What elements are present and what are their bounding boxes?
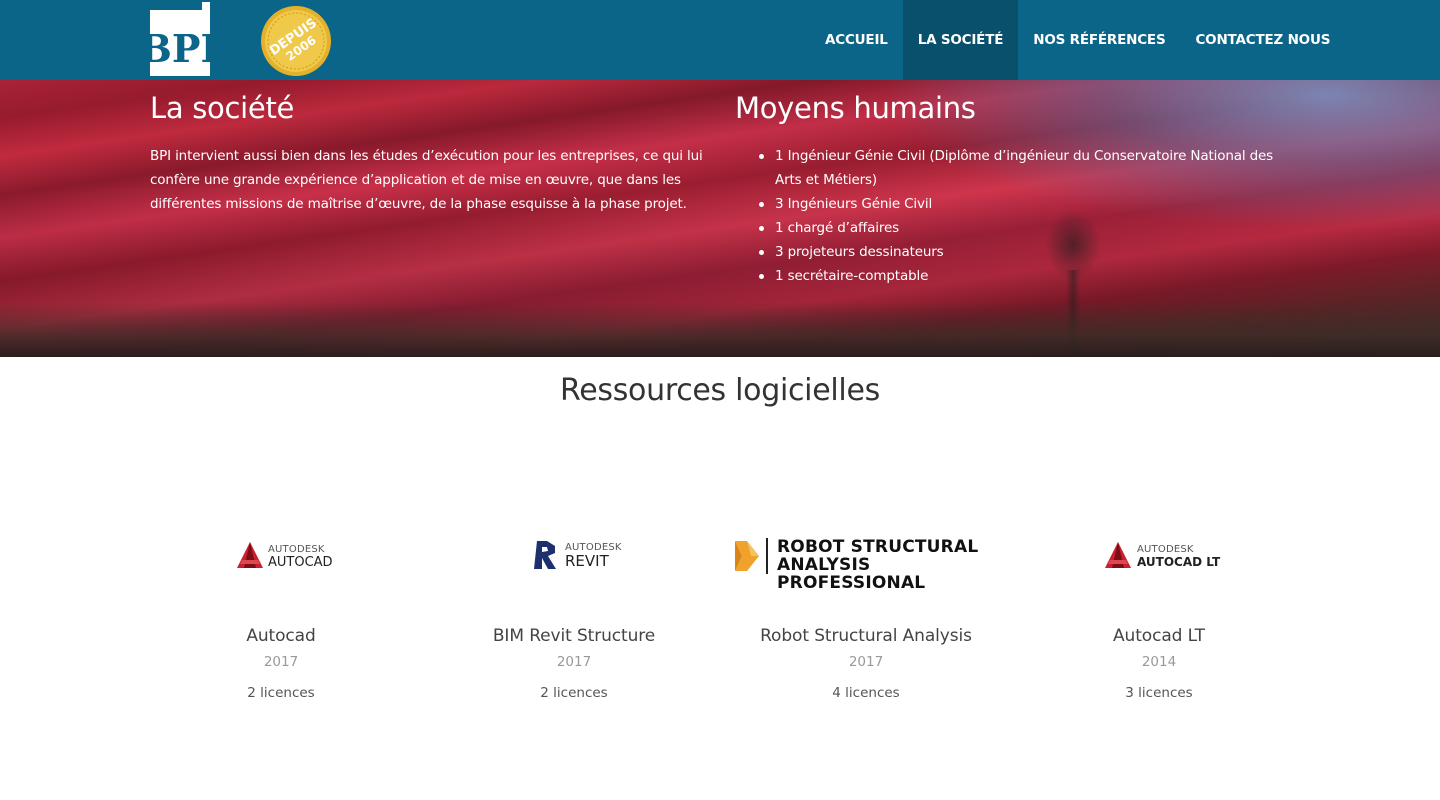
hero-ground-background (0, 302, 1440, 357)
list-item: 3 projeteurs dessinateurs (757, 240, 1295, 264)
autocad-a-icon (1105, 542, 1131, 568)
autocad-a-icon (237, 542, 263, 568)
software-card-revit: AUTODESK REVIT BIM Revit Structure 2017 … (428, 520, 720, 701)
revit-logo: AUTODESK REVIT (428, 520, 720, 592)
software-licences: 3 licences (1125, 685, 1193, 701)
revit-product: REVIT (565, 552, 609, 570)
moyens-humains-title: Moyens humains (735, 91, 976, 125)
software-card-autocad-lt: AUTODESK AUTOCAD LT Autocad LT 2014 3 li… (1013, 520, 1305, 701)
list-item: 1 secrétaire-comptable (757, 264, 1295, 288)
hero-banner: La société BPI intervient aussi bien dan… (0, 80, 1440, 357)
robot-logo-line1: ROBOT STRUCTURAL (777, 537, 979, 557)
software-name: BIM Revit Structure (492, 626, 656, 646)
societe-title: La société (150, 91, 295, 125)
robot-logo-line2: ANALYSIS PROFESSIONAL (777, 555, 926, 593)
moyens-humains-column: Moyens humains 1 Ingénieur Génie Civil (… (735, 90, 1295, 288)
nav-nos-references[interactable]: NOS RÉFÉRENCES (1018, 0, 1180, 80)
software-card-robot: ROBOT STRUCTURAL ANALYSIS PROFESSIONAL R… (720, 520, 1012, 701)
software-name: Robot Structural Analysis (760, 626, 972, 646)
software-card-autocad: AUTODESK AUTOCAD Autocad 2017 2 licences (135, 520, 427, 701)
moyens-humains-list: 1 Ingénieur Génie Civil (Diplôme d’ingén… (757, 144, 1295, 288)
software-name: Autocad LT (1113, 626, 1205, 646)
nav-la-societe[interactable]: LA SOCIÉTÉ (902, 0, 1019, 80)
software-year: 2017 (848, 654, 884, 670)
autocad-lt-product: AUTOCAD LT (1137, 555, 1221, 569)
robot-logo: ROBOT STRUCTURAL ANALYSIS PROFESSIONAL (720, 520, 1012, 592)
autocad-logo: AUTODESK AUTOCAD (135, 520, 427, 592)
nav-contactez-nous[interactable]: CONTACTEZ NOUS (1180, 0, 1345, 80)
societe-column: La société BPI intervient aussi bien dan… (150, 90, 710, 216)
depuis-2006-seal: DEPUIS 2006 (261, 6, 331, 76)
software-year: 2017 (556, 654, 592, 670)
autocad-vendor: AUTODESK (268, 544, 325, 555)
list-item: 1 Ingénieur Génie Civil (Diplôme d’ingén… (757, 144, 1295, 192)
software-licences: 2 licences (540, 685, 608, 701)
autocad-lt-logo: AUTODESK AUTOCAD LT (1013, 520, 1305, 592)
nav-accueil[interactable]: ACCUEIL (810, 0, 903, 80)
autocad-product: AUTOCAD (268, 555, 333, 570)
software-year: 2017 (263, 654, 299, 670)
software-name: Autocad (246, 626, 316, 646)
software-year: 2014 (1141, 654, 1177, 670)
main-nav: ACCUEIL LA SOCIÉTÉ NOS RÉFÉRENCES CONTAC… (810, 0, 1345, 80)
revit-r-icon (534, 541, 556, 569)
societe-description: BPI intervient aussi bien dans les étude… (150, 148, 703, 212)
autocad-lt-vendor: AUTODESK (1137, 544, 1194, 555)
software-licences: 2 licences (247, 685, 315, 701)
list-item: 1 chargé d’affaires (757, 216, 1295, 240)
bpi-logo-text: BPI (150, 26, 212, 71)
robot-k-icon (735, 541, 759, 571)
bpi-logo[interactable]: BPI (150, 2, 212, 78)
software-licences: 4 licences (832, 685, 900, 701)
ressources-logicielles-title: Ressources logicielles (560, 373, 880, 408)
site-header: BPI DEPUIS 2006 ACCUEIL LA SOCIÉTÉ NOS R… (0, 0, 1440, 80)
list-item: 3 Ingénieurs Génie Civil (757, 192, 1295, 216)
